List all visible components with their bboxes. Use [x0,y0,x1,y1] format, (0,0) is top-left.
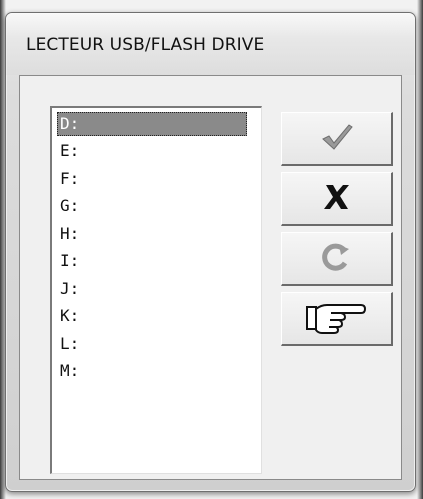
refresh-button[interactable] [281,232,393,286]
dialog-client-area: D: E: F: G: H: I: J: K: L: M: [19,75,402,480]
list-item-h[interactable]: H: [57,222,247,246]
refresh-icon [320,241,354,277]
cancel-button[interactable] [281,172,393,226]
x-icon [320,181,354,217]
list-item-i[interactable]: I: [57,249,247,273]
list-item-m[interactable]: M: [57,359,247,383]
list-item-g[interactable]: G: [57,194,247,218]
checkmark-icon [320,122,354,156]
drive-listbox[interactable]: D: E: F: G: H: I: J: K: L: M: [50,106,262,474]
ok-button[interactable] [281,112,393,166]
list-item-l[interactable]: L: [57,332,247,356]
pointing-hand-icon [305,299,369,339]
title-bar[interactable]: LECTEUR USB/FLASH DRIVE [6,13,415,75]
list-item-j[interactable]: J: [57,277,247,301]
list-item-k[interactable]: K: [57,304,247,328]
list-item-d[interactable]: D: [57,112,247,136]
list-item-f[interactable]: F: [57,167,247,191]
window-title: LECTEUR USB/FLASH DRIVE [26,35,265,55]
help-button[interactable] [281,292,393,346]
list-item-e[interactable]: E: [57,139,247,163]
drive-dialog-window: LECTEUR USB/FLASH DRIVE D: E: F: G: H: I… [5,12,416,492]
